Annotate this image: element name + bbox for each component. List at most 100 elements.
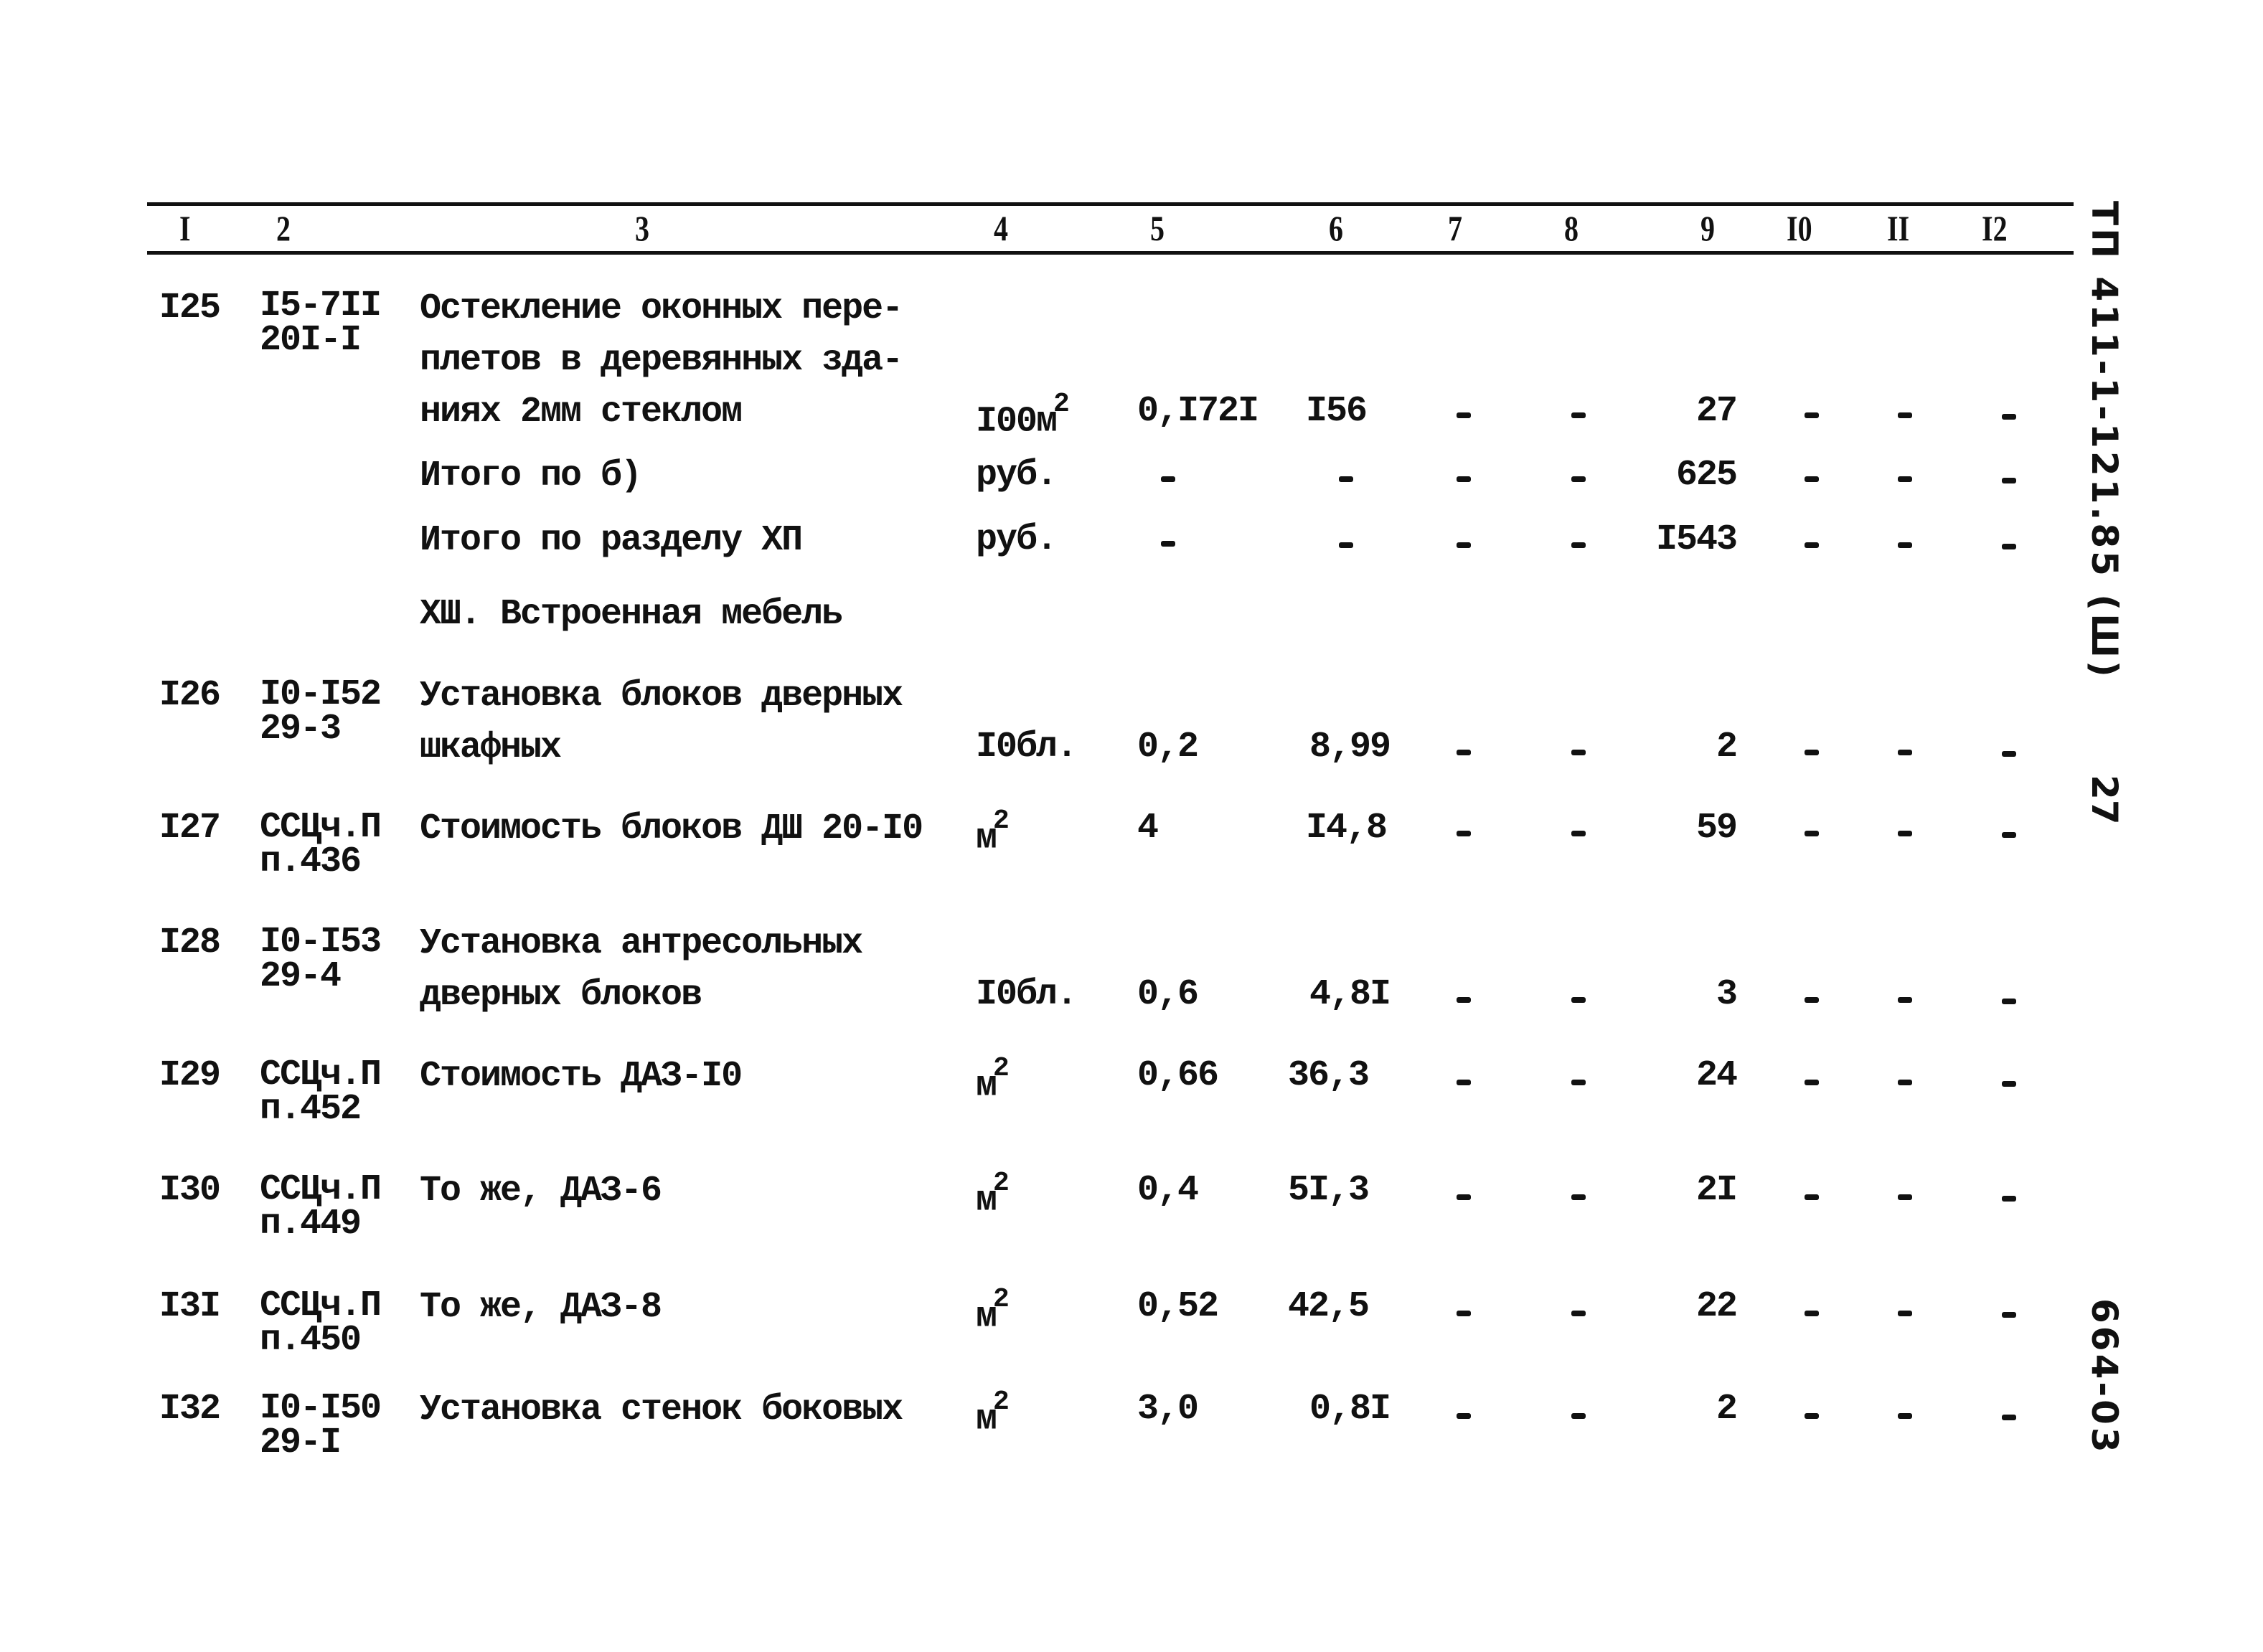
- work-description: Установка стенок боковых: [420, 1384, 903, 1436]
- dash-col8: [1571, 1194, 1586, 1200]
- row-number: I27: [159, 808, 221, 849]
- unit-price: 36,3: [1288, 1055, 1370, 1096]
- dash-col10: [1805, 1413, 1819, 1419]
- dash-col5: [1161, 541, 1175, 547]
- dash-col12: [2002, 999, 2016, 1004]
- dash-col11: [1898, 1311, 1912, 1316]
- work-description: То же, ДАЗ-8: [420, 1282, 662, 1334]
- dash-col7: [1457, 750, 1471, 755]
- archive-code-label: 664-03: [2084, 1298, 2125, 1455]
- dash-col10: [1805, 412, 1819, 418]
- row-number: I29: [159, 1055, 221, 1096]
- dash-col6: [1339, 476, 1353, 482]
- dash-col11: [1898, 831, 1912, 836]
- dash-col8: [1571, 1080, 1586, 1085]
- dash-col8: [1571, 750, 1586, 755]
- dash-col10: [1805, 997, 1819, 1003]
- table-top-rule: [147, 202, 2074, 206]
- total-cost: 59: [1695, 808, 1738, 849]
- total-cost: 27: [1695, 391, 1738, 432]
- norm-code-line2: п.436: [260, 841, 362, 882]
- unit-superscript: 2: [993, 1053, 1010, 1084]
- row-number: I28: [159, 922, 221, 963]
- unit-superscript: 2: [1053, 389, 1070, 420]
- unit-price: 4,8I: [1309, 974, 1391, 1015]
- document-page: I 2 3 4 5 6 7 8 9 I0 II I2 I25 I5-7II 20…: [0, 0, 2263, 1652]
- column-header-5: 5: [1150, 208, 1165, 248]
- row-number: I30: [159, 1170, 221, 1211]
- norm-code: I0-I50 29-I: [260, 1388, 382, 1461]
- description-line: То же, ДАЗ-6: [420, 1171, 662, 1212]
- page-number: 27: [2084, 775, 2125, 825]
- total-cost: 2: [1716, 1389, 1738, 1430]
- norm-code-line1: I0-I52: [260, 674, 382, 715]
- norm-code-line1: ССЦч.П: [260, 1285, 382, 1326]
- total-cost: 22: [1695, 1286, 1738, 1327]
- dash-col10: [1805, 476, 1819, 482]
- description-line: То же, ДАЗ-8: [420, 1287, 662, 1328]
- description-line: плетов в деревянных зда-: [420, 340, 903, 381]
- dash-col12: [2002, 544, 2016, 549]
- unit-price: 5I,3: [1288, 1170, 1370, 1211]
- quantity: 0,6: [1137, 974, 1199, 1015]
- total-cost: 3: [1716, 974, 1738, 1015]
- dash-col12: [2002, 414, 2016, 420]
- column-header-10: I0: [1787, 208, 1812, 248]
- unit-superscript: 2: [993, 806, 1010, 836]
- unit: I0бл.: [976, 974, 1078, 1015]
- dash-col12: [2002, 478, 2016, 483]
- dash-col11: [1898, 1413, 1912, 1419]
- quantity: 4: [1137, 808, 1159, 849]
- unit-price: I56: [1306, 391, 1368, 432]
- dash-col7: [1457, 476, 1471, 482]
- dash-col8: [1571, 476, 1586, 482]
- norm-code: ССЦч.П п.449: [260, 1172, 382, 1245]
- dash-col11: [1898, 750, 1912, 755]
- row-number: I26: [159, 675, 221, 716]
- total-cost: 2I: [1695, 1170, 1738, 1211]
- norm-code: ССЦч.П п.450: [260, 1285, 382, 1359]
- unit: м2: [976, 1282, 1010, 1343]
- section-total-label: Итого по разделу ХП: [420, 520, 803, 561]
- document-code-label: ТП 411-1-121.85 (Ш): [2084, 201, 2125, 680]
- column-header-6: 6: [1329, 208, 1343, 248]
- dash-col12: [2002, 1081, 2016, 1087]
- description-line: дверных блоков: [420, 975, 702, 1016]
- unit: м2: [976, 1166, 1010, 1227]
- description-line: ниях 2мм стеклом: [420, 392, 743, 433]
- column-header-4: 4: [994, 208, 1008, 248]
- norm-code: I0-I53 29-4: [260, 925, 382, 997]
- norm-code: I5-7II 20I-I: [260, 288, 382, 359]
- dash-col12: [2002, 1312, 2016, 1318]
- dash-col11: [1898, 412, 1912, 418]
- unit-superscript: 2: [993, 1168, 1010, 1199]
- work-description: Стоимость ДАЗ-I0: [420, 1051, 743, 1103]
- work-description: Установка блоков дверных шкафных: [420, 671, 903, 774]
- unit: I0бл.: [976, 727, 1078, 768]
- norm-code-line1: ССЦч.П: [260, 807, 382, 848]
- unit: м2: [976, 803, 1010, 864]
- norm-code-line2: п.449: [260, 1204, 362, 1245]
- dash-col7: [1457, 1080, 1471, 1085]
- total-cost: I543: [1655, 519, 1738, 560]
- section-title: ХШ. Встроенная мебель: [420, 594, 843, 635]
- column-header-3: 3: [635, 208, 649, 248]
- quantity: 0,52: [1137, 1286, 1219, 1327]
- norm-code-line2: 29-4: [260, 956, 342, 997]
- description-line: Установка блоков дверных: [420, 676, 903, 717]
- quantity: 0,I72I: [1137, 391, 1259, 432]
- work-description: Установка антресольных дверных блоков: [420, 918, 863, 1021]
- dash-col7: [1457, 1311, 1471, 1316]
- unit-price: 0,8I: [1309, 1389, 1391, 1430]
- unit-price: 42,5: [1288, 1286, 1370, 1327]
- unit: м2: [976, 1051, 1010, 1112]
- description-line: Установка стенок боковых: [420, 1389, 903, 1430]
- total-cost: 2: [1716, 727, 1738, 768]
- work-description: Стоимость блоков ДШ 20-I0: [420, 803, 923, 855]
- description-line: шкафных: [420, 727, 562, 768]
- norm-code: ССЦч.П п.452: [260, 1057, 382, 1128]
- dash-col7: [1457, 412, 1471, 418]
- unit-superscript: 2: [993, 1284, 1010, 1315]
- norm-code-line1: I0-I50: [260, 1388, 382, 1429]
- quantity: 0,2: [1137, 727, 1199, 768]
